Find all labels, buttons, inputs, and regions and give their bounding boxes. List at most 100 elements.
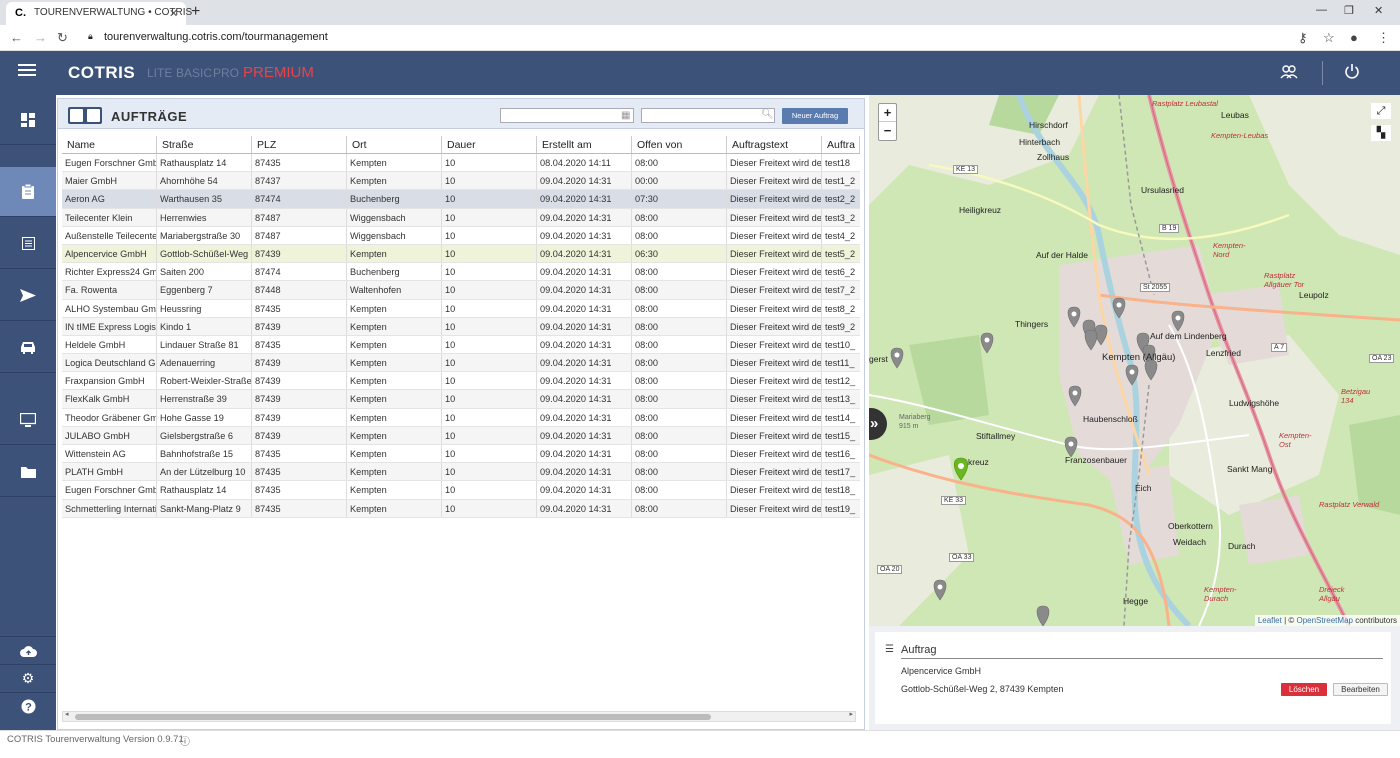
leaflet-link[interactable]: Leaflet <box>1258 616 1282 625</box>
scroll-left-icon[interactable]: ◂ <box>65 710 69 718</box>
map-layers-icon[interactable]: ▚ <box>1371 125 1391 141</box>
users-icon[interactable] <box>1280 65 1298 82</box>
help-icon: ? <box>21 699 35 714</box>
sidebar-item-vehicles[interactable] <box>0 323 56 373</box>
table-cell: Herrenstraße 39 <box>157 390 252 408</box>
table-cell: An der Lützelburg 10 <box>157 463 252 481</box>
table-row[interactable]: Logica Deutschland GmbHAdenauerring87439… <box>62 354 860 373</box>
horizontal-scrollbar[interactable]: ◂ ▸ <box>62 711 856 722</box>
table-cell: 87439 <box>252 426 347 444</box>
table-cell: Fraxpansion GmbH <box>62 372 157 390</box>
orders-table: Name Straße PLZ Ort Dauer Erstellt am Offen vo… <box>62 136 860 518</box>
sidebar-upload[interactable] <box>0 636 56 664</box>
search-input[interactable]: 🔍︎ <box>641 108 775 123</box>
table-row[interactable]: FlexKalk GmbH Herrenstraße 39 87439 Kempten… <box>62 390 860 409</box>
table-cell: 10 <box>442 408 537 426</box>
delete-button[interactable]: Löschen <box>1281 683 1327 696</box>
table-row[interactable]: ALHO Systembau GmbHHeussring87435Kempten… <box>62 299 860 318</box>
osm-link[interactable]: OpenStreetMap <box>1296 616 1352 625</box>
sidebar-help[interactable]: ? <box>0 692 56 720</box>
column-header[interactable]: Name <box>62 136 157 153</box>
power-icon[interactable] <box>1344 63 1360 83</box>
fullscreen-icon[interactable]: ⤢ <box>1371 103 1391 119</box>
key-icon[interactable]: ⚷ <box>1298 30 1308 46</box>
map[interactable]: Hirschdorf Hinterbach Zollhaus Leubas He… <box>869 95 1400 626</box>
column-header[interactable]: Ort <box>347 136 442 153</box>
map-label-highway: Dreieck Allgäu <box>1319 585 1345 603</box>
table-view-icon[interactable] <box>87 109 100 122</box>
table-header: Name Straße PLZ Ort Dauer Erstellt am Offen vo… <box>62 136 860 154</box>
table-row[interactable]: Richter Express24 GmbHSaiten 20087474Buc… <box>62 263 860 282</box>
table-cell: 10 <box>442 499 537 517</box>
view-toggle[interactable] <box>68 107 102 124</box>
table-row[interactable]: Theodor Gräbener GmbHHohe Gasse 1987439K… <box>62 408 860 427</box>
reload-icon[interactable]: ↻ <box>57 30 68 46</box>
column-header[interactable]: Erstellt am <box>537 136 632 153</box>
attribution-suffix: contributors <box>1352 616 1397 625</box>
table-row[interactable]: Teilecenter Klein Herrenwies 87487 Wiggensb… <box>62 208 860 227</box>
sidebar: ⚙ ? <box>0 95 56 730</box>
back-icon[interactable]: ← <box>10 30 23 45</box>
browser-tab[interactable]: C. TOURENVERWALTUNG • COTRIS ✕ <box>6 2 192 25</box>
map-label: Leupolz <box>1299 290 1329 300</box>
table-row[interactable]: Eugen Forschner GmbH Rathausplatz 14 87435… <box>62 481 860 500</box>
column-header[interactable]: PLZ <box>252 136 347 153</box>
table-row[interactable]: Aeron AG Warthausen 35 87474 Buchenberg 10 09… <box>62 190 860 209</box>
column-header[interactable]: Auftra <box>822 136 860 153</box>
edit-button[interactable]: Bearbeiten <box>1333 683 1388 696</box>
sidebar-item-orders[interactable] <box>0 167 56 217</box>
table-row[interactable]: Heldele GmbH Lindauer Straße 81 87435 Kempt… <box>62 335 860 355</box>
table-row[interactable]: Wittenstein AG Bahnhofstraße 15 87435 Kempt… <box>62 445 860 464</box>
table-row[interactable]: JULABO GmbH Gielsbergstraße 6 87439 Kempten… <box>62 426 860 445</box>
table-row[interactable]: Alpencervice GmbH Gottlob-Schüßel-Weg 8743… <box>62 244 860 264</box>
info-icon[interactable]: ⓘ <box>180 733 190 748</box>
zoom-out-button[interactable]: − <box>879 122 896 140</box>
hamburger-menu-icon[interactable] <box>18 64 36 78</box>
column-header[interactable]: Auftragstext <box>727 136 822 153</box>
list-view-icon[interactable] <box>70 109 83 122</box>
table-cell: Robert-Weixler-Straße <box>157 372 252 390</box>
close-tab-icon[interactable]: ✕ <box>169 7 178 20</box>
column-header[interactable]: Dauer <box>442 136 537 153</box>
table-row[interactable]: Außenstelle Teilecenter Mariabergstraße 3… <box>62 226 860 245</box>
close-window-icon[interactable]: ✕ <box>1374 4 1383 17</box>
table-row[interactable]: Maier GmbH Ahornhöhe 54 87437 Kempten 10 09.0… <box>62 172 860 191</box>
table-row[interactable]: Fa. Rowenta Eggenberg 7 87448 Waltenhofen 10… <box>62 281 860 300</box>
folder-icon <box>20 466 36 478</box>
forward-icon[interactable]: → <box>34 30 47 45</box>
table-cell: ALHO Systembau GmbH <box>62 299 157 317</box>
column-header[interactable]: Offen von <box>632 136 727 153</box>
table-row[interactable]: Fraxpansion GmbH Robert-Weixler-Straße 874… <box>62 372 860 391</box>
table-cell: test12_ <box>825 376 856 387</box>
table-cell: 08:00 <box>632 463 727 481</box>
sidebar-item-send[interactable] <box>0 271 56 321</box>
menu-dots-icon[interactable]: ⋮ <box>1377 30 1390 46</box>
date-filter-input[interactable]: ▦ <box>500 108 634 123</box>
search-icon[interactable]: 🔍︎ <box>761 109 774 120</box>
calendar-icon[interactable]: ▦ <box>621 110 630 121</box>
table-cell: 87437 <box>252 172 347 190</box>
url-field[interactable]: 🔒︎ tourenverwaltung.cotris.com/tourmanag… <box>88 31 328 43</box>
table-row[interactable]: PLATH GmbH An der Lützelburg 10 87435 Kempt… <box>62 463 860 482</box>
scroll-right-icon[interactable]: ▸ <box>849 710 853 718</box>
zoom-in-button[interactable]: + <box>879 104 896 122</box>
table-cell: Maier GmbH <box>62 172 157 190</box>
sidebar-settings[interactable]: ⚙ <box>0 664 56 692</box>
table-row[interactable]: Eugen Forschner GmbH Rathausplatz 14 87435… <box>62 154 860 173</box>
sidebar-item-list[interactable] <box>0 219 56 269</box>
profile-icon[interactable]: ● <box>1350 30 1358 45</box>
sidebar-item-files[interactable] <box>0 447 56 497</box>
restore-icon[interactable]: ❐ <box>1344 4 1354 17</box>
column-header[interactable]: Straße <box>157 136 252 153</box>
sidebar-item-dashboard[interactable] <box>0 95 56 145</box>
table-cell: Dieser Freitext wird de <box>727 335 822 354</box>
new-order-button[interactable]: Neuer Auftrag <box>782 108 848 124</box>
new-tab-icon[interactable]: + <box>191 3 200 21</box>
minimize-icon[interactable]: — <box>1316 4 1327 16</box>
scrollbar-thumb[interactable] <box>75 714 711 720</box>
table-cell: test6_2 <box>825 267 856 278</box>
table-row[interactable]: IN tIME Express Logistik Kindo 1 87439 Kemp… <box>62 317 860 336</box>
star-icon[interactable]: ☆ <box>1323 30 1335 46</box>
sidebar-item-monitor[interactable] <box>0 395 56 445</box>
table-row[interactable]: Schmetterling InternationalSankt-Mang-Pl… <box>62 499 860 518</box>
